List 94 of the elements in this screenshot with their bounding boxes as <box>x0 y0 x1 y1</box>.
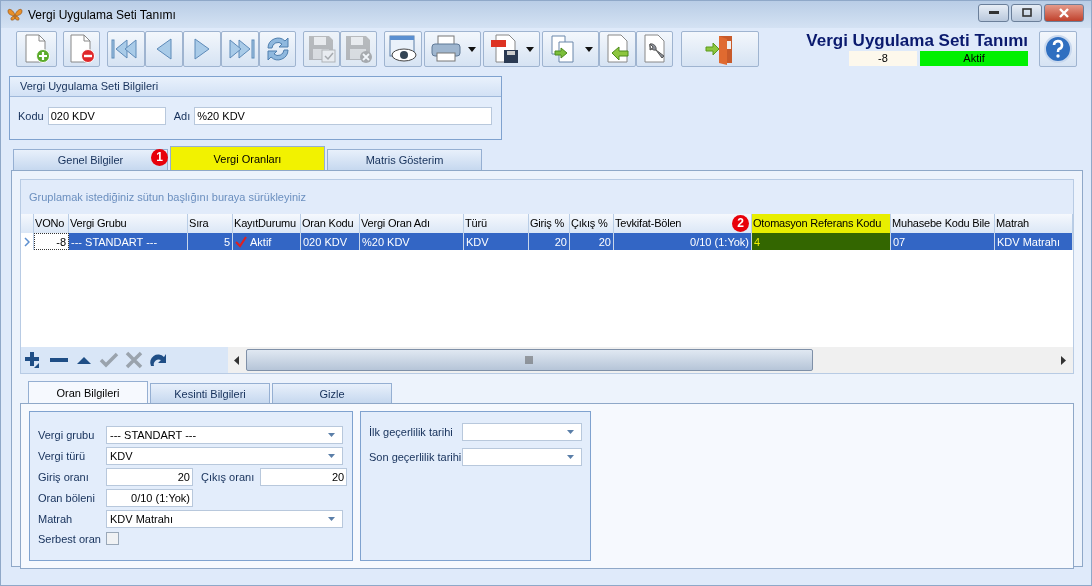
delete-document-icon <box>67 34 96 64</box>
field-label: Adı <box>173 110 191 122</box>
date-field[interactable] <box>462 448 582 466</box>
field-label: Oran böleni <box>38 492 96 504</box>
field-value: KDV Matrahı <box>110 513 173 525</box>
row-pointer-icon <box>24 236 30 247</box>
dropdown-arrow-icon <box>328 433 335 437</box>
cell-text: %20 KDV <box>362 235 410 248</box>
cell-text: 0/10 (1:Yok) <box>690 235 749 248</box>
scroll-left-icon[interactable] <box>234 355 240 365</box>
column-header[interactable]: Otomasyon Referans Kodu <box>752 214 891 233</box>
number-field[interactable]: 20 <box>260 468 348 486</box>
cell-text: 5 <box>223 235 230 248</box>
dropdown-field[interactable]: --- STANDART --- <box>106 426 343 444</box>
field-label: Matrah <box>38 513 74 525</box>
horizontal-scrollbar[interactable] <box>228 347 1073 373</box>
field-label: Vergi türü <box>38 450 87 462</box>
preview-toolbar-button[interactable] <box>384 31 422 67</box>
number-field[interactable]: 0/10 (1:Yok) <box>106 489 193 507</box>
field-value: --- STANDART --- <box>110 429 197 441</box>
dropdown-arrow-icon <box>567 455 574 459</box>
cell-text: 4 <box>754 235 761 248</box>
date-field[interactable] <box>462 423 582 441</box>
cell-text: KDV Matrahı <box>997 235 1060 248</box>
cell-text: KDV <box>466 235 489 248</box>
new-toolbar-button[interactable] <box>16 31 57 67</box>
group-hint-text: Gruplamak istediğiniz sütun başlığını buraya sürükleyiniz <box>21 180 1073 214</box>
import-toolbar-button[interactable] <box>599 31 636 67</box>
close-icon <box>1058 7 1070 18</box>
cell-text: 20 <box>598 235 611 248</box>
maximize-button[interactable] <box>1011 3 1042 22</box>
field-label: İlk geçerlilik tarihi <box>369 426 453 438</box>
last-toolbar-button[interactable] <box>221 31 259 67</box>
field-label: Kodu <box>18 110 44 122</box>
dropdown-arrow-icon <box>328 454 335 458</box>
cell-text: --- STANDART --- <box>71 235 158 248</box>
minimize-button[interactable] <box>978 3 1009 22</box>
tab[interactable]: Gizle <box>272 383 392 403</box>
help-button[interactable] <box>1039 31 1077 67</box>
maximize-icon <box>1021 8 1032 17</box>
dropdown-arrow-icon <box>328 517 335 521</box>
record-number: -8 <box>849 51 917 66</box>
save-cancel-icon <box>343 34 374 64</box>
pdf-save-icon <box>489 34 520 64</box>
caret-icon <box>467 46 476 52</box>
tab[interactable]: Vergi Oranları <box>170 146 325 170</box>
help-icon <box>1044 35 1072 63</box>
scroll-thumb[interactable] <box>246 349 813 371</box>
dropdown-field[interactable]: KDV <box>106 447 343 465</box>
text-field[interactable]: %20 KDV <box>194 107 493 125</box>
status-label: Aktif <box>920 51 1028 66</box>
butterfly-icon <box>7 7 23 22</box>
window-title: Vergi Uygulama Seti Tanımı <box>28 7 176 22</box>
cell-text: 07 <box>893 235 906 248</box>
caret-icon <box>525 46 534 52</box>
cell-text: -8 <box>56 235 66 248</box>
prev-toolbar-button[interactable] <box>145 31 183 67</box>
field-label: Serbest oran <box>38 532 102 545</box>
exit-toolbar-button[interactable] <box>681 31 759 67</box>
field-label: Vergi grubu <box>38 429 96 441</box>
next-toolbar-button[interactable] <box>183 31 221 67</box>
close-button[interactable] <box>1044 3 1084 22</box>
field-label: Son geçerlilik tarihi <box>369 451 462 463</box>
minimize-icon <box>988 10 999 15</box>
new-document-icon <box>22 34 51 64</box>
tab[interactable]: Matris Gösterim <box>327 149 482 170</box>
group-title: Vergi Uygulama Seti Bilgileri <box>10 77 501 97</box>
cell-text: Aktif <box>250 235 272 248</box>
table-row[interactable]: -8 --- STANDART --- 5 Aktif 020 KDV %20 KDV KDV 20 20 0/10 (1:Yok) 4 07 KDV Matrahı <box>21 233 1073 250</box>
delete-toolbar-button[interactable] <box>63 31 100 67</box>
tab[interactable]: Oran Bilgileri <box>28 381 148 403</box>
printer-icon <box>429 35 462 63</box>
cell-text: 020 KDV <box>303 235 348 248</box>
checkbox[interactable] <box>106 532 119 545</box>
caret-icon <box>584 46 593 52</box>
text-field[interactable]: 020 KDV <box>47 107 166 125</box>
field-value: KDV <box>110 450 133 462</box>
pdf-toolbar-button[interactable] <box>483 31 540 67</box>
first-toolbar-button[interactable] <box>107 31 145 67</box>
save-check-icon <box>306 34 337 64</box>
form-title: Vergi Uygulama Seti Tanımı <box>806 31 1028 51</box>
tab[interactable]: Kesinti Bilgileri <box>150 383 270 403</box>
dropdown-field[interactable]: KDV Matrahı <box>106 510 343 528</box>
number-badge: 2 <box>732 215 749 232</box>
field-label: Çıkış oranı <box>201 471 255 483</box>
tools-toolbar-button[interactable] <box>636 31 673 67</box>
scroll-right-icon[interactable] <box>1061 355 1067 365</box>
cell-text: 20 <box>554 235 567 248</box>
preview-window-icon <box>387 34 419 64</box>
dropdown-arrow-icon <box>567 430 574 434</box>
number-field[interactable]: 20 <box>106 468 193 486</box>
field-label: Giriş oranı <box>38 471 90 483</box>
refresh-toolbar-button[interactable] <box>259 31 296 67</box>
exit-door-icon <box>705 33 735 65</box>
